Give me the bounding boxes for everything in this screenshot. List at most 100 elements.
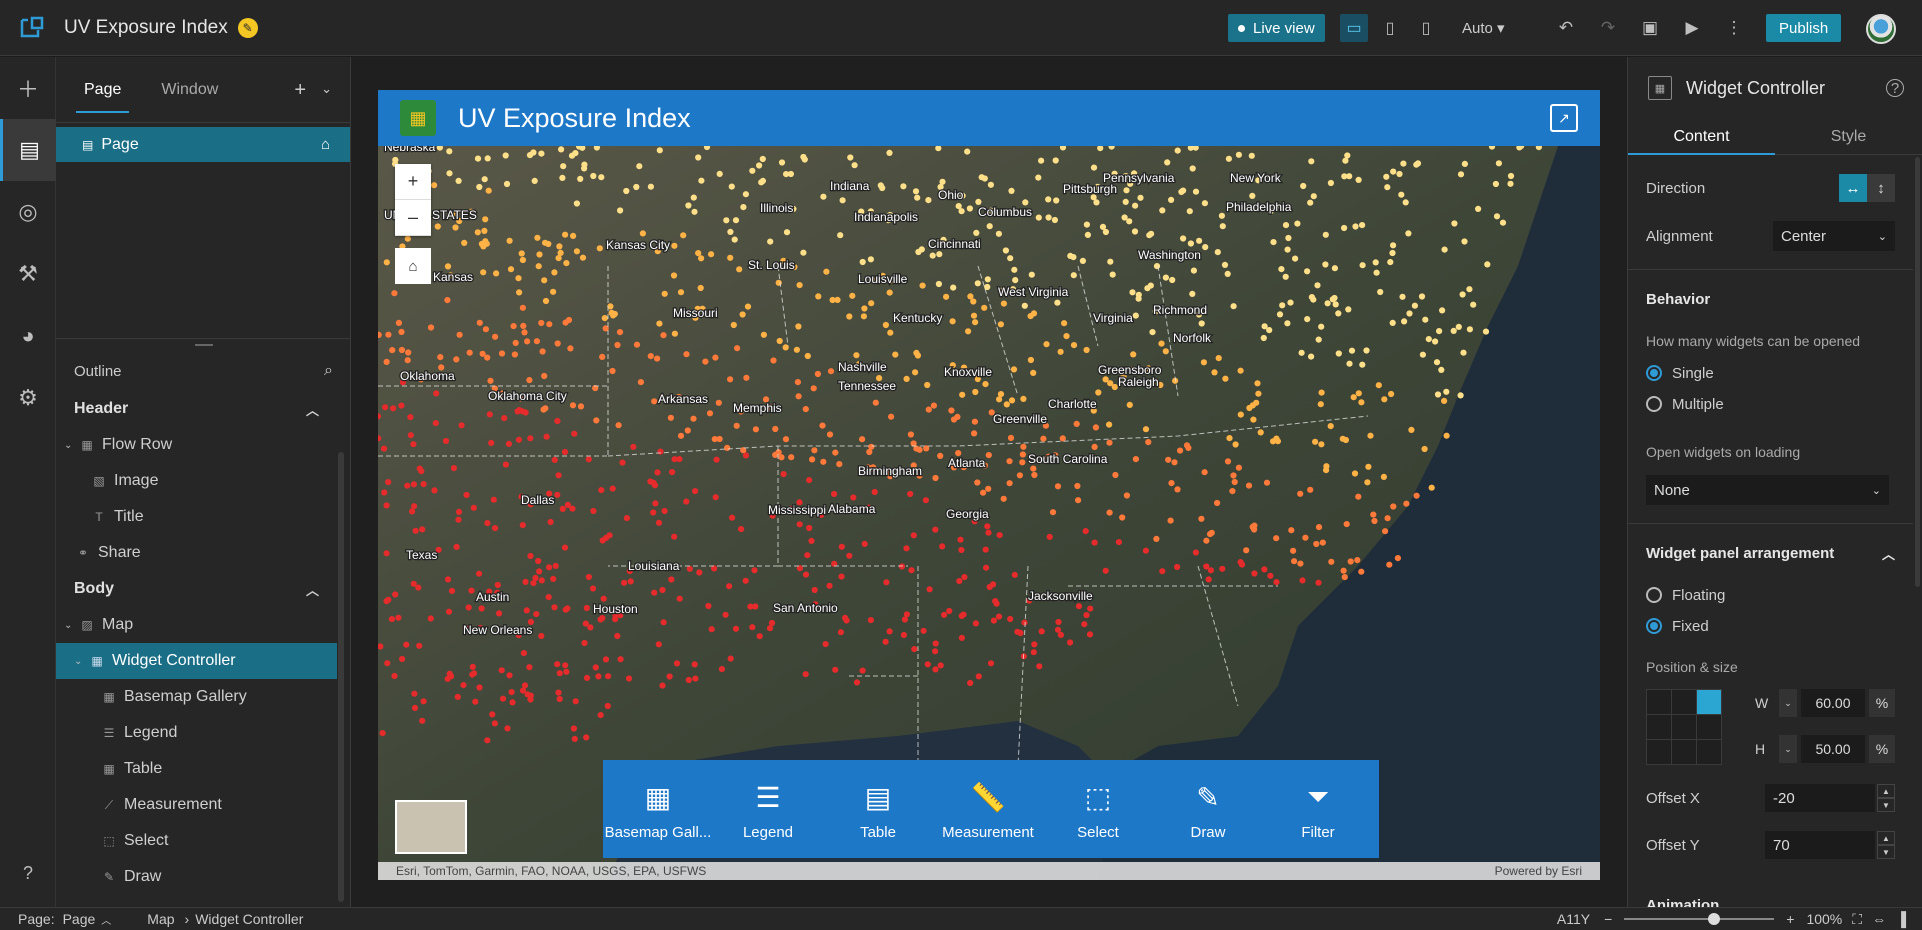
uv-point[interactable] [929, 252, 936, 259]
uv-point[interactable] [804, 552, 811, 559]
uv-point[interactable] [561, 544, 569, 551]
uv-point[interactable] [470, 504, 477, 511]
uv-point[interactable] [604, 702, 611, 710]
uv-point[interactable] [683, 351, 690, 358]
uv-point[interactable] [1012, 277, 1019, 284]
uv-point[interactable] [383, 502, 390, 509]
uv-point[interactable] [481, 176, 488, 183]
uv-point[interactable] [1030, 649, 1037, 656]
uv-point[interactable] [783, 229, 791, 236]
uv-point[interactable] [759, 155, 766, 163]
uv-point[interactable] [731, 236, 738, 243]
uv-point[interactable] [1383, 173, 1390, 180]
radio-single[interactable]: Single [1628, 361, 1913, 385]
uv-point[interactable] [912, 369, 919, 376]
uv-point[interactable] [492, 525, 499, 532]
uv-point[interactable] [1308, 294, 1315, 301]
uv-point[interactable] [597, 712, 604, 719]
uv-point[interactable] [532, 574, 539, 581]
uv-point[interactable] [925, 406, 932, 413]
uv-point[interactable] [636, 163, 643, 170]
uv-point[interactable] [939, 178, 946, 185]
uv-point[interactable] [482, 326, 489, 333]
uv-point[interactable] [476, 319, 483, 326]
uv-point[interactable] [795, 393, 802, 400]
uv-point[interactable] [806, 477, 813, 484]
uv-point[interactable] [1045, 196, 1052, 203]
uv-point[interactable] [1052, 157, 1059, 164]
uv-point[interactable] [595, 673, 602, 680]
uv-point[interactable] [507, 266, 515, 273]
uv-point[interactable] [404, 235, 411, 242]
help-icon[interactable]: ? [1886, 79, 1904, 97]
uv-point[interactable] [510, 323, 517, 330]
uv-point[interactable] [1006, 458, 1013, 465]
uv-point[interactable] [524, 691, 531, 698]
uv-point[interactable] [820, 458, 827, 465]
uv-point[interactable] [659, 586, 666, 594]
uv-point[interactable] [550, 575, 557, 582]
uv-point[interactable] [1187, 240, 1194, 247]
uv-point[interactable] [434, 223, 441, 230]
uv-point[interactable] [892, 351, 899, 358]
uv-point[interactable] [801, 156, 808, 163]
uv-point[interactable] [966, 205, 974, 212]
uv-point[interactable] [1315, 579, 1322, 586]
theme-icon[interactable]: ◕ [0, 305, 56, 367]
uv-point[interactable] [1291, 558, 1298, 565]
anchor-cell[interactable] [1697, 715, 1721, 739]
uv-point[interactable] [1192, 549, 1199, 556]
uv-point[interactable] [1406, 310, 1413, 317]
uv-point[interactable] [1358, 568, 1365, 575]
uv-point[interactable] [1441, 246, 1448, 253]
uv-point[interactable] [1149, 329, 1156, 336]
uv-point[interactable] [1049, 509, 1057, 516]
uv-point[interactable] [647, 353, 654, 360]
uv-point[interactable] [392, 591, 399, 598]
uv-point[interactable] [381, 489, 388, 496]
uv-point[interactable] [950, 416, 958, 423]
uv-point[interactable] [427, 615, 434, 622]
uv-point[interactable] [804, 352, 811, 360]
zoom-out-button[interactable]: – [395, 200, 431, 236]
uv-point[interactable] [671, 242, 678, 249]
uv-point[interactable] [1359, 222, 1366, 229]
uv-point[interactable] [625, 675, 633, 682]
uv-point[interactable] [1408, 426, 1415, 433]
uv-point[interactable] [484, 520, 491, 527]
uv-point[interactable] [868, 443, 875, 450]
uv-point[interactable] [555, 689, 562, 696]
anchor-cell[interactable] [1672, 740, 1696, 764]
uv-point[interactable] [970, 312, 978, 319]
uv-point[interactable] [541, 372, 548, 380]
uv-point[interactable] [410, 481, 417, 488]
uv-point[interactable] [1011, 571, 1018, 578]
radio-button[interactable] [1646, 365, 1662, 381]
anchor-cell[interactable] [1672, 690, 1696, 714]
uv-point[interactable] [1129, 289, 1136, 296]
height-mode-dropdown[interactable]: ⌄ [1779, 735, 1797, 763]
uv-point[interactable] [1132, 456, 1139, 463]
uv-point[interactable] [545, 594, 552, 601]
uv-point[interactable] [820, 193, 827, 200]
uv-point[interactable] [783, 171, 790, 178]
uv-point[interactable] [538, 577, 545, 584]
uv-point[interactable] [474, 155, 482, 162]
uv-point[interactable] [1324, 300, 1331, 307]
uv-point[interactable] [498, 350, 506, 357]
uv-point[interactable] [1341, 224, 1348, 232]
outline-section-header[interactable]: Header ︿ [56, 391, 351, 427]
uv-point[interactable] [711, 436, 718, 443]
uv-point[interactable] [1031, 641, 1038, 648]
uv-point[interactable] [1255, 390, 1262, 397]
uv-point[interactable] [1461, 238, 1468, 245]
uv-point[interactable] [1399, 293, 1406, 300]
uv-point[interactable] [1235, 151, 1242, 158]
uv-point[interactable] [981, 175, 988, 182]
uv-point[interactable] [990, 617, 998, 624]
uv-point[interactable] [1007, 615, 1014, 623]
uv-point[interactable] [1257, 429, 1264, 436]
uv-point[interactable] [806, 524, 813, 532]
uv-point[interactable] [1343, 521, 1350, 528]
uv-point[interactable] [556, 695, 563, 703]
